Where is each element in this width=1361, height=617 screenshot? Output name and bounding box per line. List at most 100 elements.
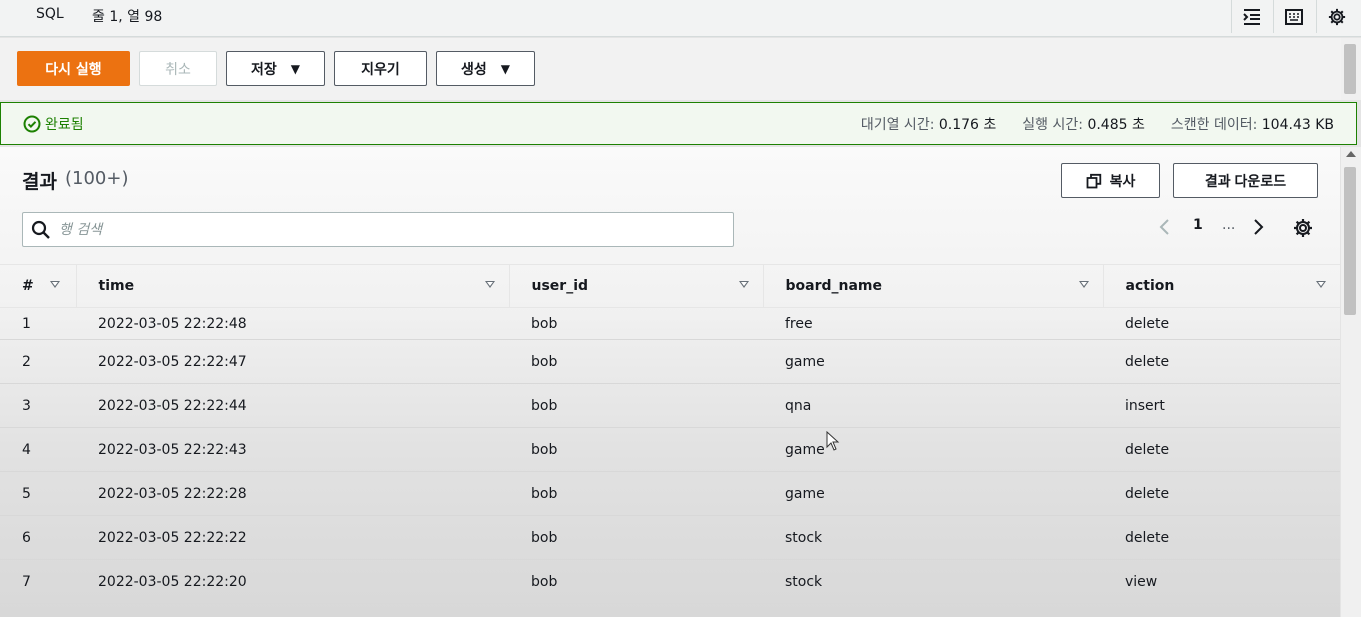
table-cell-text: bob bbox=[531, 441, 558, 458]
column-header-time[interactable]: time bbox=[75, 264, 509, 308]
table-cell-text: view bbox=[1125, 573, 1158, 590]
gear-icon bbox=[1294, 219, 1312, 237]
table-cell-text: bob bbox=[531, 573, 558, 590]
status-text: 완료됨 bbox=[45, 117, 84, 133]
table-row: 5 2022-03-05 22:22:28 bob game delete bbox=[0, 471, 1340, 516]
table-cell: bob bbox=[509, 383, 763, 428]
table-cell: 2 bbox=[0, 339, 76, 384]
table-header-row: # time user_id board_name action bbox=[0, 264, 1340, 308]
table-cell: 5 bbox=[0, 471, 76, 516]
table-cell: 2022-03-05 22:22:47 bbox=[76, 339, 509, 384]
table-cell: 2022-03-05 22:22:48 bbox=[76, 307, 509, 340]
table-cell-text: 3 bbox=[22, 397, 31, 414]
download-results-button[interactable]: 결과 다운로드 bbox=[1173, 163, 1318, 198]
data-scanned: 스캔한 데이터: 104.43 KB bbox=[1171, 114, 1334, 134]
table-cell-text: 2022-03-05 22:22:22 bbox=[98, 529, 247, 546]
table-cell-text: 5 bbox=[22, 485, 31, 502]
editor-scrollbar[interactable] bbox=[1341, 38, 1361, 100]
table-cell: bob bbox=[509, 471, 763, 516]
run-again-button[interactable]: 다시 실행 bbox=[17, 51, 130, 86]
table-cell: delete bbox=[1103, 515, 1340, 560]
table-cell: view bbox=[1103, 559, 1340, 604]
clear-button[interactable]: 지우기 bbox=[334, 51, 427, 86]
column-label: board_name bbox=[785, 278, 883, 294]
page-number-button[interactable]: 1 bbox=[1193, 217, 1203, 233]
table-cell-text: 7 bbox=[22, 573, 31, 590]
data-scanned-label: 스캔한 데이터: bbox=[1170, 117, 1258, 133]
table-cell-text: delete bbox=[1125, 529, 1170, 546]
table-cell: 6 bbox=[0, 515, 76, 560]
row-search[interactable] bbox=[22, 212, 734, 247]
keyboard-button[interactable] bbox=[1273, 0, 1313, 33]
queue-time-label: 대기열 시간: bbox=[860, 117, 935, 133]
sort-icon[interactable] bbox=[1078, 281, 1089, 288]
table-cell-text: bob bbox=[531, 397, 558, 414]
sort-icon[interactable] bbox=[1316, 281, 1326, 288]
table-cell: free bbox=[763, 307, 1103, 340]
row-search-input[interactable] bbox=[59, 217, 719, 242]
run-time-label: 실행 시간: bbox=[1022, 117, 1083, 133]
table-cell-text: 6 bbox=[22, 529, 31, 546]
scrollbar-thumb[interactable] bbox=[1344, 44, 1356, 94]
table-cell-text: qna bbox=[785, 397, 812, 414]
table-cell-text: delete bbox=[1125, 441, 1170, 458]
caret-down-icon: ▼ bbox=[500, 61, 510, 76]
editor-settings-button[interactable] bbox=[1316, 0, 1356, 33]
keyboard-icon bbox=[1284, 8, 1303, 25]
table-cell-text: stock bbox=[785, 529, 823, 546]
queue-time-value: 0.176 초 bbox=[938, 117, 997, 133]
check-circle-icon bbox=[23, 115, 41, 133]
table-cell: 1 bbox=[0, 307, 76, 340]
table-cell-text: delete bbox=[1125, 485, 1170, 502]
table-cell: game bbox=[763, 339, 1103, 384]
data-scanned-value: 104.43 KB bbox=[1261, 117, 1334, 133]
table-row: 7 2022-03-05 22:22:20 bob stock view bbox=[0, 559, 1340, 604]
column-header-board-name[interactable]: board_name bbox=[762, 264, 1103, 308]
column-label: time bbox=[98, 278, 135, 294]
results-scrollbar[interactable] bbox=[1341, 147, 1361, 617]
copy-icon bbox=[1086, 173, 1101, 188]
copy-button[interactable]: 복사 bbox=[1061, 163, 1160, 198]
sort-icon[interactable] bbox=[738, 281, 749, 288]
table-cell-text: stock bbox=[785, 573, 823, 590]
column-label: # bbox=[22, 278, 34, 294]
results-table: # time user_id board_name action 1 2022-… bbox=[0, 264, 1340, 604]
table-row: 6 2022-03-05 22:22:22 bob stock delete bbox=[0, 515, 1340, 560]
table-cell-text: bob bbox=[531, 315, 558, 332]
column-header-number[interactable]: # bbox=[0, 264, 76, 308]
table-row: 2 2022-03-05 22:22:47 bob game delete bbox=[0, 339, 1340, 384]
indent-button[interactable] bbox=[1231, 0, 1271, 33]
table-cell-text: 2022-03-05 22:22:47 bbox=[98, 353, 247, 370]
page-ellipsis: ... bbox=[1222, 217, 1236, 233]
create-label: 생성 bbox=[461, 61, 487, 78]
table-row: 3 2022-03-05 22:22:44 bob qna insert bbox=[0, 383, 1340, 428]
table-cell-text: game bbox=[785, 353, 825, 370]
editor-language: SQL bbox=[36, 6, 64, 22]
save-dropdown-button[interactable]: 저장 ▼ bbox=[226, 51, 325, 86]
table-cell-text: free bbox=[785, 315, 813, 332]
results-panel: 결과 (100+) 복사 결과 다운로드 1 ... # time user_i… bbox=[0, 147, 1340, 617]
sort-icon[interactable] bbox=[49, 281, 60, 288]
table-cell: 2022-03-05 22:22:20 bbox=[76, 559, 509, 604]
table-row: 1 2022-03-05 22:22:48 bob free delete bbox=[0, 307, 1340, 340]
column-header-user-id[interactable]: user_id bbox=[508, 264, 763, 308]
table-cell: delete bbox=[1103, 427, 1340, 472]
next-page-button[interactable] bbox=[1252, 219, 1264, 239]
table-preferences-button[interactable] bbox=[1293, 218, 1313, 242]
run-time-value: 0.485 초 bbox=[1087, 117, 1145, 133]
table-cell-text: bob bbox=[531, 485, 558, 502]
table-cell-text: 2022-03-05 22:22:20 bbox=[98, 573, 247, 590]
scroll-up-icon[interactable] bbox=[1346, 151, 1356, 157]
create-dropdown-button[interactable]: 생성 ▼ bbox=[436, 51, 535, 86]
cursor-position: 줄 1, 열 98 bbox=[92, 9, 163, 25]
cancel-button[interactable]: 취소 bbox=[139, 51, 217, 86]
scrollbar-thumb[interactable] bbox=[1344, 167, 1356, 315]
column-label: action bbox=[1125, 278, 1175, 294]
previous-page-button[interactable] bbox=[1159, 219, 1171, 239]
sort-icon[interactable] bbox=[484, 281, 495, 288]
table-row: 4 2022-03-05 22:22:43 bob game delete bbox=[0, 427, 1340, 472]
table-cell: qna bbox=[763, 383, 1103, 428]
results-title: 결과 bbox=[22, 171, 57, 193]
table-cell-text: insert bbox=[1125, 397, 1165, 414]
column-header-action[interactable]: action bbox=[1102, 264, 1340, 308]
